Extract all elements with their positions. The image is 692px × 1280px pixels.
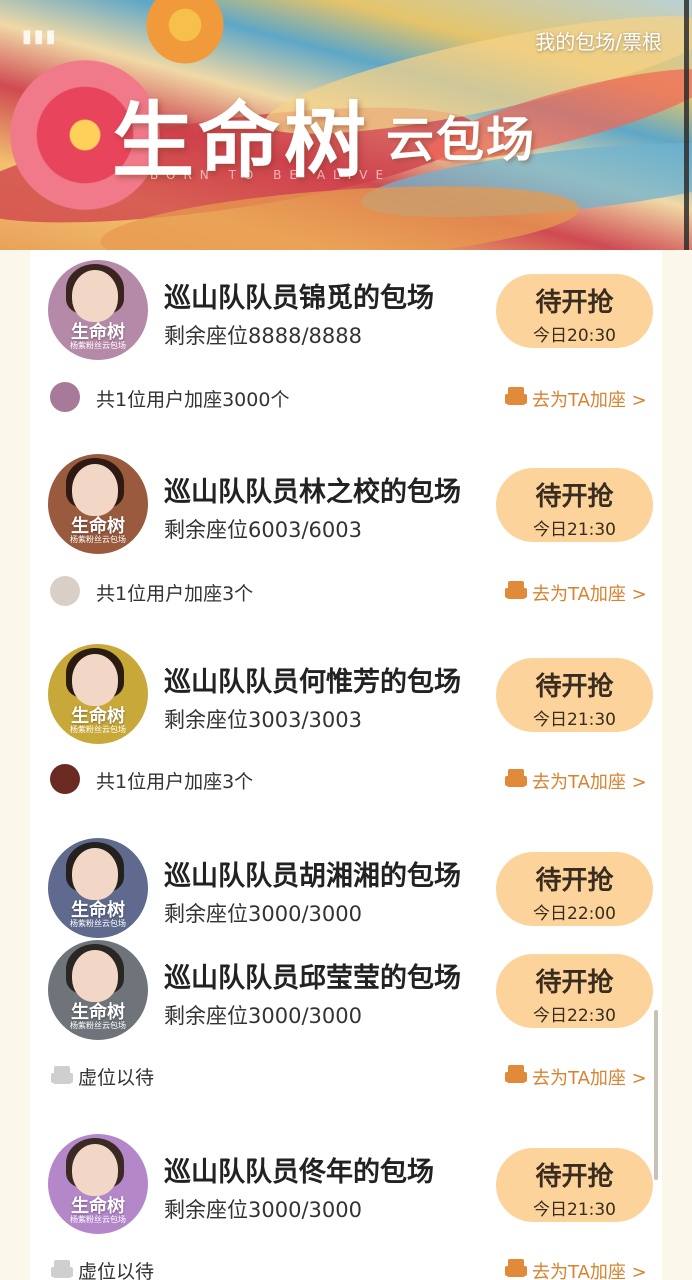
grab-ticket-button[interactable]: 待开抢 今日21:30: [496, 468, 653, 542]
add-seat-label: 去为TA加座 >: [532, 390, 647, 411]
grab-ticket-button[interactable]: 待开抢 今日22:00: [496, 852, 653, 926]
edge-bar: [684, 0, 689, 250]
screening-title: 巡山队队员林之校的包场: [164, 477, 461, 508]
avatar[interactable]: 生命树 杨紫粉丝云包场: [48, 1134, 148, 1234]
avatar-caption: 杨紫粉丝云包场: [70, 341, 126, 350]
list-item[interactable]: 生命树 杨紫粉丝云包场 巡山队队员佟年的包场 剩余座位3000/3000 待开抢…: [30, 1128, 662, 1234]
open-time: 今日22:00: [533, 904, 616, 924]
avatar-caption: 杨紫粉丝云包场: [70, 725, 126, 734]
banner-subtitle: 云包场: [386, 112, 537, 168]
screening-title: 巡山队队员邱莹莹的包场: [164, 963, 461, 994]
avatar-face: [72, 464, 118, 516]
add-seat-label: 去为TA加座 >: [532, 1068, 647, 1089]
open-time: 今日21:30: [533, 710, 616, 730]
row-footer: 共1位用户加座3000个 去为TA加座 >: [30, 374, 662, 414]
remaining-seats: 剩余座位6003/6003: [164, 518, 362, 542]
avatar-face: [72, 270, 118, 322]
grab-ticket-button[interactable]: 待开抢 今日21:30: [496, 658, 653, 732]
remaining-seats: 剩余座位8888/8888: [164, 324, 362, 348]
open-time: 今日21:30: [533, 520, 616, 540]
empty-seat-icon: [51, 1066, 73, 1084]
list-item[interactable]: 生命树 杨紫粉丝云包场 巡山队队员何惟芳的包场 剩余座位3003/3003 待开…: [30, 638, 662, 744]
button-label: 待开抢: [535, 672, 614, 702]
seat-icon: [505, 1065, 527, 1083]
seat-icon: [505, 1259, 527, 1277]
add-seat-label: 去为TA加座 >: [532, 772, 647, 793]
screening-title: 巡山队队员佟年的包场: [164, 1157, 434, 1188]
user-avatar[interactable]: [50, 576, 80, 606]
avatar[interactable]: 生命树 杨紫粉丝云包场: [48, 838, 148, 938]
seat-icon: [505, 387, 527, 405]
screening-title: 巡山队队员锦觅的包场: [164, 283, 434, 314]
avatar[interactable]: 生命树 杨紫粉丝云包场: [48, 454, 148, 554]
row-footer: 共1位用户加座3个 去为TA加座 >: [30, 568, 662, 608]
remaining-seats: 剩余座位3000/3000: [164, 1004, 362, 1028]
grab-ticket-button[interactable]: 待开抢 今日20:30: [496, 274, 653, 348]
grab-ticket-button[interactable]: 待开抢 今日22:30: [496, 954, 653, 1028]
avatar-face: [72, 654, 118, 706]
avatar-caption: 杨紫粉丝云包场: [70, 1021, 126, 1030]
seat-add-summary: 共1位用户加座3000个: [96, 389, 290, 411]
button-label: 待开抢: [535, 866, 614, 896]
seat-add-summary: 虚位以待: [78, 1261, 155, 1280]
user-avatar[interactable]: [50, 764, 80, 794]
add-seat-label: 去为TA加座 >: [532, 584, 647, 605]
button-label: 待开抢: [535, 1162, 614, 1192]
avatar-caption: 杨紫粉丝云包场: [70, 1215, 126, 1224]
list-item[interactable]: 生命树 杨紫粉丝云包场 巡山队队员胡湘湘的包场 剩余座位3000/3000 待开…: [30, 832, 662, 938]
my-ticket-link[interactable]: 我的包场/票根: [535, 26, 662, 55]
seat-icon: [505, 581, 527, 599]
add-seat-label: 去为TA加座 >: [532, 1262, 647, 1280]
seat-icon: [505, 769, 527, 787]
avatar[interactable]: 生命树 杨紫粉丝云包场: [48, 644, 148, 744]
avatar[interactable]: 生命树 杨紫粉丝云包场: [48, 940, 148, 1040]
header-banner: ▮▮▮ 生命树 云包场 BORN TO BE ALIVE 我的包场/票根: [0, 0, 692, 250]
list-item[interactable]: 生命树 杨紫粉丝云包场 巡山队队员林之校的包场 剩余座位6003/6003 待开…: [30, 448, 662, 554]
avatar-face: [72, 1144, 118, 1196]
avatar-caption: 杨紫粉丝云包场: [70, 919, 126, 928]
row-footer: 共1位用户加座3个 去为TA加座 >: [30, 756, 662, 796]
seat-add-summary: 共1位用户加座3个: [96, 771, 254, 793]
empty-seat-icon: [51, 1260, 73, 1278]
user-avatar[interactable]: [50, 382, 80, 412]
scrollbar-thumb[interactable]: [654, 1010, 658, 1180]
grab-ticket-button[interactable]: 待开抢 今日21:30: [496, 1148, 653, 1222]
screening-title: 巡山队队员胡湘湘的包场: [164, 861, 461, 892]
open-time: 今日22:30: [533, 1006, 616, 1026]
open-time: 今日20:30: [533, 326, 616, 346]
button-label: 待开抢: [535, 288, 614, 318]
list-item[interactable]: 生命树 杨紫粉丝云包场 巡山队队员邱莹莹的包场 剩余座位3000/3000 待开…: [30, 934, 662, 1040]
avatar-face: [72, 950, 118, 1002]
row-footer: 虚位以待 去为TA加座 >: [30, 1052, 662, 1092]
list-item[interactable]: 生命树 杨紫粉丝云包场 巡山队队员锦觅的包场 剩余座位8888/8888 待开抢…: [30, 254, 662, 360]
remaining-seats: 剩余座位3000/3000: [164, 1198, 362, 1222]
remaining-seats: 剩余座位3003/3003: [164, 708, 362, 732]
seat-add-summary: 共1位用户加座3个: [96, 583, 254, 605]
button-label: 待开抢: [535, 482, 614, 512]
screening-list: 生命树 杨紫粉丝云包场 巡山队队员锦觅的包场 剩余座位8888/8888 待开抢…: [30, 250, 662, 1280]
open-time: 今日21:30: [533, 1200, 616, 1220]
remaining-seats: 剩余座位3000/3000: [164, 902, 362, 926]
avatar[interactable]: 生命树 杨紫粉丝云包场: [48, 260, 148, 360]
avatar-face: [72, 848, 118, 900]
avatar-caption: 杨紫粉丝云包场: [70, 535, 126, 544]
seat-add-summary: 虚位以待: [78, 1067, 155, 1089]
row-footer: 虚位以待 去为TA加座 >: [30, 1246, 662, 1280]
banner-flower: [140, 0, 230, 70]
button-label: 待开抢: [535, 968, 614, 998]
status-indicator-icon: ▮▮▮: [22, 26, 58, 47]
screening-title: 巡山队队员何惟芳的包场: [164, 667, 461, 698]
banner-tagline: BORN TO BE ALIVE: [150, 168, 392, 182]
